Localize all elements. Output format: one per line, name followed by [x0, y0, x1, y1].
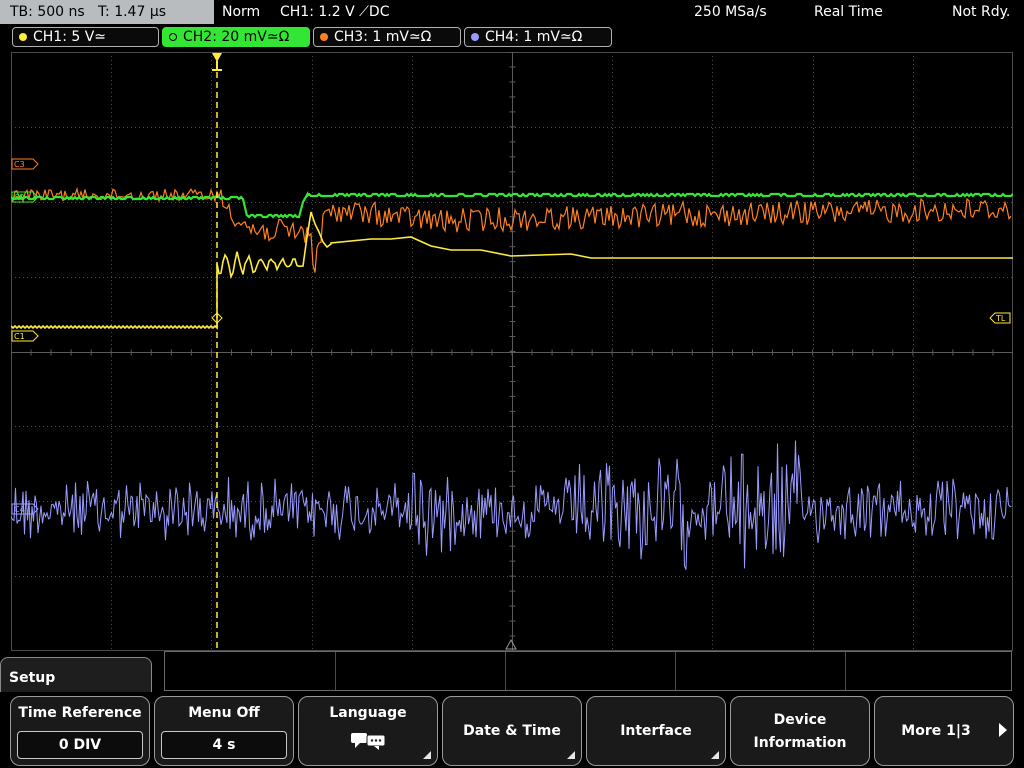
- date-time-label: Date & Time: [463, 723, 561, 739]
- tab-ch3[interactable]: CH3: 1 mV≃Ω: [313, 27, 461, 47]
- graticule: [11, 52, 1013, 651]
- trigger-level-label: TL: [995, 314, 1006, 323]
- ch3-label: CH3: 1 mV≃Ω: [334, 29, 432, 45]
- time-reference-icon: [505, 638, 517, 650]
- menu-title: Setup: [0, 657, 152, 697]
- trigger-readout[interactable]: CH1: 1.2 V ⟋DC: [280, 0, 389, 24]
- ch2-marker-label: C2: [14, 193, 25, 202]
- softkey-date-time[interactable]: Date & Time: [442, 696, 582, 766]
- ch4-marker-label: C4: [14, 505, 25, 514]
- menu-off-value[interactable]: 4 s: [161, 731, 287, 759]
- softkey-time-reference[interactable]: Time Reference 0 DIV: [10, 696, 150, 766]
- ch1-indicator-icon: [19, 33, 27, 41]
- submenu-corner-icon: [711, 751, 719, 759]
- status-bar: TB: 500 ns T: 1.47 µs Norm CH1: 1.2 V ⟋D…: [0, 0, 1024, 26]
- trigger-level-marker[interactable]: TL: [989, 312, 1011, 324]
- sample-rate: 250 MSa/s: [694, 4, 767, 20]
- device-information-label-line1: Device: [773, 712, 827, 728]
- device-information-label-line2: Information: [753, 735, 847, 751]
- tab-ch4[interactable]: CH4: 1 mV≃Ω: [464, 27, 612, 47]
- timebase-readout[interactable]: TB: 500 ns T: 1.47 µs: [0, 0, 214, 24]
- menu-off-label: Menu Off: [188, 705, 260, 721]
- tab-ch2[interactable]: CH2: 20 mV≃Ω: [162, 27, 310, 47]
- waveform-display[interactable]: C3 C2 C4 C1 TL: [11, 52, 1013, 651]
- interface-label: Interface: [620, 723, 692, 739]
- softkey-device-information[interactable]: Device Information: [730, 696, 870, 766]
- softkey-interface[interactable]: Interface: [586, 696, 726, 766]
- ch1-marker-label: C1: [14, 332, 25, 341]
- strip-divider: [845, 652, 846, 690]
- ch4-indicator-icon: [471, 33, 479, 41]
- more-label: More 1|3: [901, 723, 971, 739]
- strip-divider: [675, 652, 676, 690]
- ch3-marker-label: C3: [14, 160, 25, 169]
- time-reference-value[interactable]: 0 DIV: [17, 731, 143, 759]
- ch1-offset-marker[interactable]: C1: [11, 330, 39, 342]
- trigger-position-marker[interactable]: [212, 53, 222, 71]
- waveform-canvas: C3 C2 C4 C1 TL: [11, 52, 1013, 651]
- chevron-right-icon: [999, 723, 1007, 737]
- speech-bubbles-icon: [351, 733, 386, 750]
- softkey-more[interactable]: More 1|3: [874, 696, 1014, 766]
- softkey-language[interactable]: Language: [298, 696, 438, 766]
- language-label: Language: [329, 705, 407, 721]
- trigger-mode[interactable]: Norm: [222, 0, 260, 24]
- submenu-corner-icon: [423, 751, 431, 759]
- ch1-label: CH1: 5 V≃: [33, 29, 107, 45]
- ch3-indicator-icon: [320, 33, 328, 41]
- strip-divider: [505, 652, 506, 690]
- acquisition-mode: Real Time: [814, 4, 883, 20]
- ch2-indicator-icon: [169, 33, 177, 41]
- time-reference-label: Time Reference: [18, 705, 142, 721]
- submenu-corner-icon: [567, 751, 575, 759]
- menu-info-strip: [164, 651, 1012, 691]
- ch4-label: CH4: 1 mV≃Ω: [485, 29, 583, 45]
- acquisition-state: Not Rdy.: [952, 4, 1011, 20]
- tab-ch1[interactable]: CH1: 5 V≃: [12, 27, 159, 47]
- strip-divider: [335, 652, 336, 690]
- ch2-label: CH2: 20 mV≃Ω: [183, 29, 290, 45]
- ch3-offset-marker[interactable]: C3: [11, 158, 39, 170]
- softkey-menu-off[interactable]: Menu Off 4 s: [154, 696, 294, 766]
- ch4-trace: [11, 440, 1012, 570]
